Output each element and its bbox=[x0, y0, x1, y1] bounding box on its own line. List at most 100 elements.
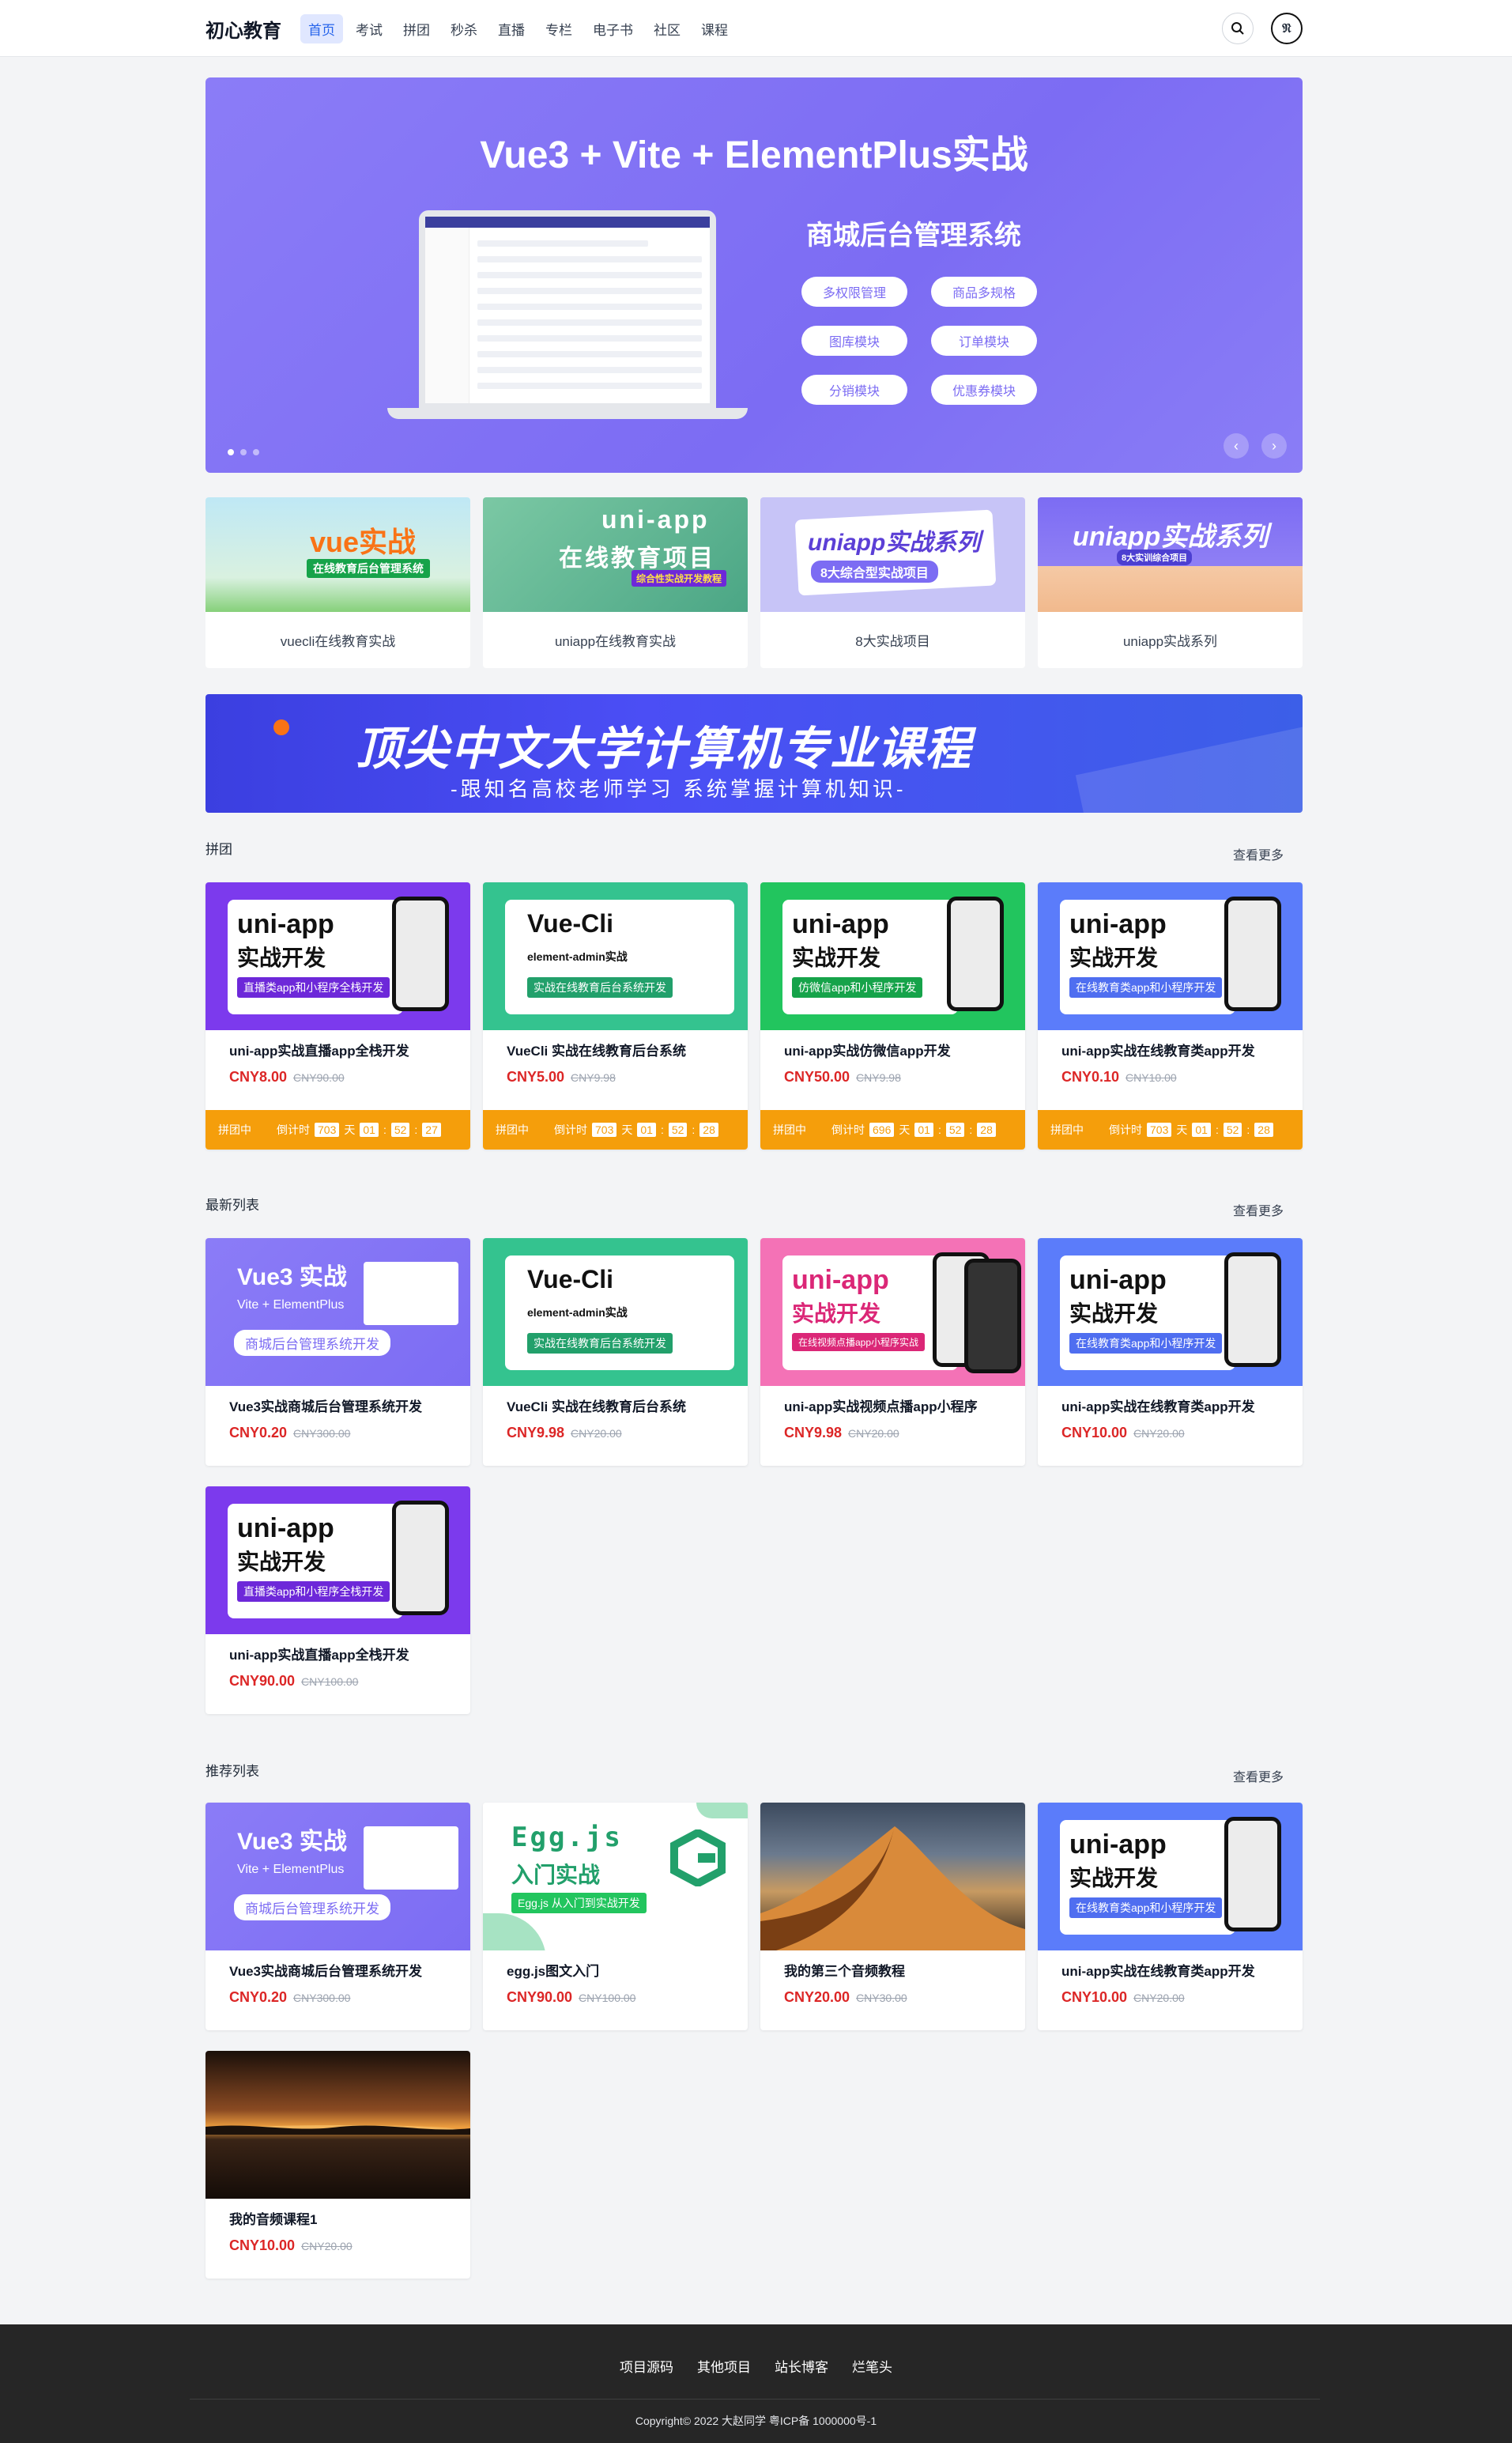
nav-item-column[interactable]: 专栏 bbox=[537, 14, 580, 43]
category-tile[interactable]: uniapp实战系列 8大实训综合项目 uniapp实战系列 bbox=[1038, 497, 1303, 668]
course-price: CNY9.98 bbox=[784, 1425, 843, 1441]
carousel-dot[interactable] bbox=[253, 449, 259, 455]
recommend-card-grid-row2: 我的音频课程1 CNY10.00 CNY20.00 bbox=[205, 2051, 1303, 2279]
view-more-recommend[interactable]: 查看更多 bbox=[1233, 1766, 1284, 1785]
cover-tag: 在线视频点播app小程序实战 bbox=[792, 1333, 926, 1351]
footer-link-projects[interactable]: 其他项目 bbox=[697, 2356, 751, 2376]
category-label: uniapp在线教育实战 bbox=[554, 634, 677, 649]
original-price: CNY100.00 bbox=[301, 1675, 359, 1688]
cover-subtitle: 实战开发 bbox=[792, 1301, 881, 1326]
nav-item-community[interactable]: 社区 bbox=[646, 14, 688, 43]
nav-item-exam[interactable]: 考试 bbox=[348, 14, 390, 43]
course-card[interactable]: 我的音频课程1 CNY10.00 CNY20.00 bbox=[205, 2051, 470, 2279]
section-title-group: 拼团 bbox=[205, 842, 232, 857]
course-price: CNY10.00 bbox=[1061, 1425, 1128, 1441]
cover-tag: 商城后台管理系统开发 bbox=[234, 1330, 390, 1356]
price-row: CNY50.00 CNY9.98 bbox=[784, 1069, 1025, 1086]
cover-subtitle: element-admin实战 bbox=[527, 950, 628, 963]
original-price: CNY30.00 bbox=[856, 1992, 907, 2004]
nav-item-group[interactable]: 拼团 bbox=[395, 14, 438, 43]
ad-subtitle: -跟知名高校老师学习 系统掌握计算机知识- bbox=[451, 777, 907, 801]
course-title: VueCli 实战在线教育后台系统 bbox=[507, 1044, 686, 1059]
egg-logo-icon bbox=[670, 1829, 726, 1886]
price-row: CNY0.20 CNY300.00 bbox=[229, 1425, 470, 1441]
header-actions: 𝔑 bbox=[1222, 13, 1303, 44]
category-image-title: uniapp实战系列 bbox=[1073, 522, 1269, 552]
countdown-hours: 01 bbox=[637, 1123, 656, 1137]
category-tile[interactable]: vue实战 在线教育后台管理系统 vuecli在线教育实战 bbox=[205, 497, 470, 668]
group-course-card[interactable]: Vue-Cli element-admin实战 实战在线教育后台系统开发 Vue… bbox=[483, 882, 748, 1150]
course-title: uni-app实战直播app全栈开发 bbox=[229, 1648, 409, 1663]
search-icon bbox=[1231, 22, 1244, 35]
cover-title: uni-app bbox=[237, 1513, 334, 1543]
course-card[interactable]: Vue3 实战 Vite + ElementPlus 商城后台管理系统开发 Vu… bbox=[205, 1803, 470, 2030]
avatar-mark: 𝔑 bbox=[1282, 21, 1291, 36]
nav-item-live[interactable]: 直播 bbox=[490, 14, 533, 43]
cover-subtitle: 实战开发 bbox=[792, 946, 881, 970]
category-tile[interactable]: uniapp实战系列 8大综合型实战项目 8大实战项目 bbox=[760, 497, 1025, 668]
ad-banner[interactable]: 顶尖中文大学计算机专业课程 -跟知名高校老师学习 系统掌握计算机知识- bbox=[205, 694, 1303, 813]
countdown-day-unit: 天 bbox=[1176, 1123, 1188, 1136]
course-card[interactable]: Vue3 实战 Vite + ElementPlus 商城后台管理系统开发 Vu… bbox=[205, 1238, 470, 1466]
view-more-latest[interactable]: 查看更多 bbox=[1233, 1200, 1284, 1219]
original-price: CNY300.00 bbox=[293, 1992, 351, 2004]
footer-link-source[interactable]: 项目源码 bbox=[620, 2356, 673, 2376]
original-price: CNY9.98 bbox=[571, 1071, 616, 1084]
category-image-tag: 综合性实战开发教程 bbox=[632, 570, 727, 587]
view-more-group[interactable]: 查看更多 bbox=[1233, 844, 1284, 863]
course-cover: uni-app 实战开发 在线视频点播app小程序实战 bbox=[760, 1238, 1025, 1386]
carousel-dot[interactable] bbox=[228, 449, 234, 455]
countdown-days: 703 bbox=[315, 1123, 340, 1137]
original-price: CNY100.00 bbox=[579, 1992, 636, 2004]
cover-title: Egg.js bbox=[511, 1822, 623, 1853]
course-card[interactable]: 我的第三个音频教程 CNY20.00 CNY30.00 bbox=[760, 1803, 1025, 2030]
cover-title: uni-app bbox=[1069, 1829, 1167, 1860]
cover-tag: 直播类app和小程序全栈开发 bbox=[237, 1581, 390, 1602]
cover-subtitle: element-admin实战 bbox=[527, 1306, 628, 1319]
course-price: CNY10.00 bbox=[229, 2237, 296, 2253]
nav-item-flash-sale[interactable]: 秒杀 bbox=[443, 14, 485, 43]
category-tiles: vue实战 在线教育后台管理系统 vuecli在线教育实战 uni-app 在线… bbox=[205, 497, 1303, 668]
price-row: CNY20.00 CNY30.00 bbox=[784, 1989, 1025, 2006]
course-card[interactable]: Egg.js 入门实战 Egg.js 从入门到实战开发 egg.js图文入门 C… bbox=[483, 1803, 748, 2030]
group-course-card[interactable]: uni-app 实战开发 仿微信app和小程序开发 uni-app实战仿微信ap… bbox=[760, 882, 1025, 1150]
group-course-card[interactable]: uni-app 实战开发 直播类app和小程序全栈开发 uni-app实战直播a… bbox=[205, 882, 470, 1150]
carousel-dot[interactable] bbox=[240, 449, 247, 455]
course-title: uni-app实战在线教育类app开发 bbox=[1061, 1044, 1255, 1059]
user-avatar[interactable]: 𝔑 bbox=[1271, 13, 1303, 44]
footer-link-blog[interactable]: 站长博客 bbox=[775, 2356, 828, 2376]
cover-title: uni-app bbox=[237, 909, 334, 939]
course-title: 我的音频课程1 bbox=[229, 2212, 318, 2227]
hero-carousel[interactable]: Vue3 + Vite + ElementPlus实战 商城后台管理系统 多权限… bbox=[205, 77, 1303, 473]
site-logo[interactable]: 初心教育 bbox=[205, 15, 281, 43]
carousel-next-button[interactable]: › bbox=[1261, 433, 1287, 459]
group-course-card[interactable]: uni-app 实战开发 在线教育类app和小程序开发 uni-app实战在线教… bbox=[1038, 882, 1303, 1150]
feature-pill: 分销模块 bbox=[801, 375, 907, 405]
footer-link-notes[interactable]: 烂笔头 bbox=[852, 2356, 892, 2376]
cover-tag: 仿微信app和小程序开发 bbox=[792, 977, 923, 998]
nav-item-home[interactable]: 首页 bbox=[300, 13, 343, 43]
course-card[interactable]: uni-app 实战开发 在线视频点播app小程序实战 uni-app实战视频点… bbox=[760, 1238, 1025, 1466]
top-header: 初心教育 首页 考试 拼团 秒杀 直播 专栏 电子书 社区 课程 𝔑 bbox=[0, 0, 1512, 57]
cover-subtitle: Vite + ElementPlus bbox=[237, 1298, 345, 1312]
group-status: 拼团中 bbox=[773, 1123, 806, 1136]
category-tile[interactable]: uni-app 在线教育项目 综合性实战开发教程 uniapp在线教育实战 bbox=[483, 497, 748, 668]
cover-title: uni-app bbox=[792, 909, 889, 939]
course-price: CNY20.00 bbox=[784, 1989, 850, 2005]
category-image: vue实战 在线教育后台管理系统 bbox=[205, 497, 470, 612]
course-title: Vue3实战商城后台管理系统开发 bbox=[229, 1399, 423, 1414]
search-button[interactable] bbox=[1222, 13, 1254, 44]
course-cover bbox=[760, 1803, 1025, 1950]
course-card[interactable]: uni-app 实战开发 在线教育类app和小程序开发 uni-app实战在线教… bbox=[1038, 1238, 1303, 1466]
nav-item-ebook[interactable]: 电子书 bbox=[585, 14, 641, 43]
countdown-day-unit: 天 bbox=[344, 1123, 356, 1136]
course-card[interactable]: uni-app 实战开发 直播类app和小程序全栈开发 uni-app实战直播a… bbox=[205, 1486, 470, 1714]
nav-item-course[interactable]: 课程 bbox=[693, 14, 736, 43]
course-card[interactable]: uni-app 实战开发 在线教育类app和小程序开发 uni-app实战在线教… bbox=[1038, 1803, 1303, 2030]
carousel-prev-button[interactable]: ‹ bbox=[1224, 433, 1249, 459]
course-card[interactable]: Vue-Cli element-admin实战 实战在线教育后台系统开发 Vue… bbox=[483, 1238, 748, 1466]
cover-tag: 在线教育类app和小程序开发 bbox=[1069, 1897, 1223, 1918]
course-cover: Vue3 实战 Vite + ElementPlus 商城后台管理系统开发 bbox=[205, 1238, 470, 1386]
countdown-hours: 01 bbox=[1192, 1123, 1211, 1137]
sunset-lake-image bbox=[205, 2125, 470, 2135]
